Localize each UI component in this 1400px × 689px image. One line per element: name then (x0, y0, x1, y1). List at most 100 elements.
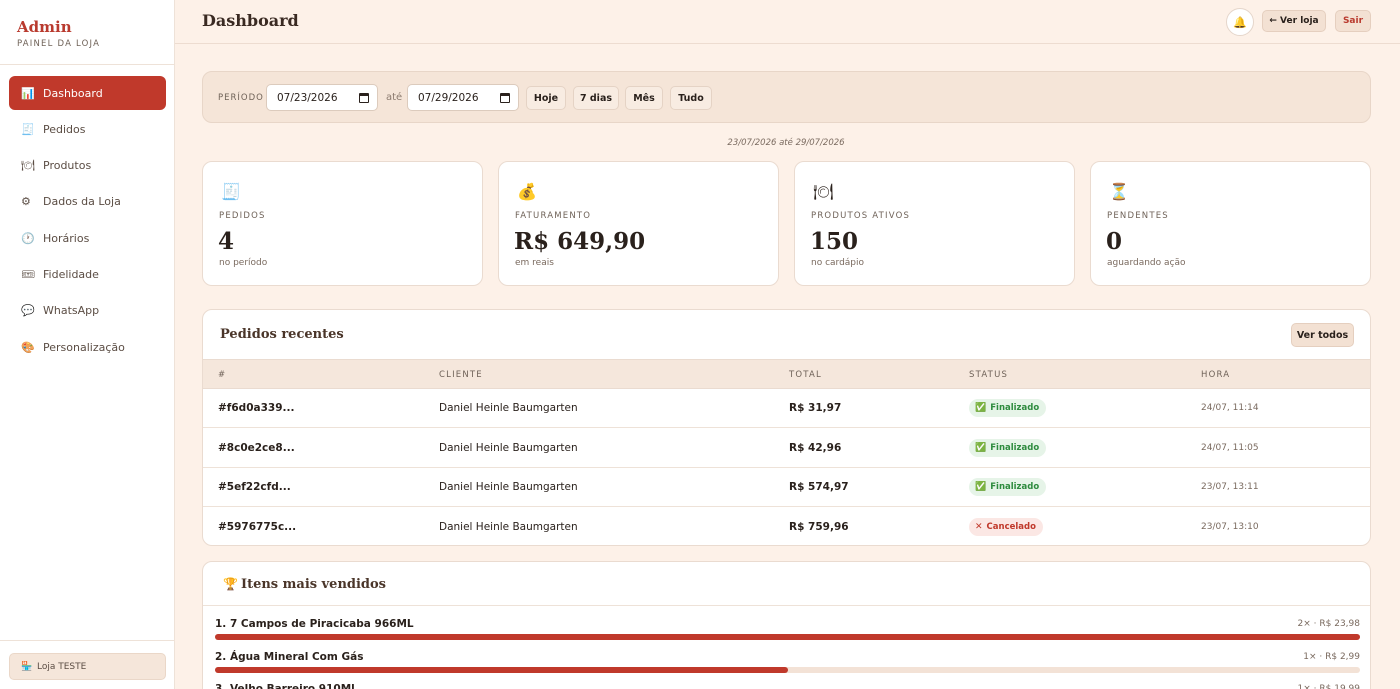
order-client: Daniel Heinle Baumgarten (439, 520, 578, 533)
top-items-title: Itens mais vendidos (241, 577, 386, 592)
logout-button[interactable]: Sair (1335, 10, 1371, 32)
period-today-button[interactable]: Hoje (526, 86, 566, 110)
order-id[interactable]: #5976775c... (218, 521, 296, 533)
stat-value: R$ 649,90 (514, 228, 646, 255)
trophy-icon: 🏆 (223, 577, 238, 591)
divider (203, 605, 1370, 606)
sidebar: Admin PAINEL DA LOJA 📊 Dashboard 🧾 Pedidos 🍽… (0, 0, 175, 689)
status-label: Finalizado (990, 482, 1040, 492)
receipt-icon: 🧾 (221, 182, 241, 201)
stat-subtitle: no período (219, 258, 268, 268)
item-name: 2. Água Mineral Com Gás (215, 650, 364, 663)
sidebar-item-whatsapp[interactable]: 💬 WhatsApp (9, 294, 166, 328)
order-time: 24/07, 11:14 (1201, 403, 1259, 413)
order-client: Daniel Heinle Baumgarten (439, 441, 578, 454)
plate-icon: 🍽 (813, 182, 834, 201)
order-time: 24/07, 11:05 (1201, 442, 1259, 453)
gear-icon: ⚙ (21, 195, 31, 209)
calendar-icon[interactable] (359, 93, 369, 103)
sidebar-item-pedidos[interactable]: 🧾 Pedidos (9, 112, 166, 146)
active-products-stat-card: 🍽 PRODUTOS ATIVOS 150 no cardápio (794, 161, 1075, 286)
status-label: Finalizado (990, 442, 1040, 453)
sidebar-item-dados-da-loja[interactable]: ⚙ Dados da Loja (9, 185, 166, 219)
bell-icon: 🔔 (1233, 15, 1247, 29)
sidebar-item-label: Pedidos (43, 122, 86, 136)
stat-value: 150 (810, 228, 859, 255)
column-header-total: TOTAL (789, 370, 822, 380)
orders-stat-card: 🧾 PEDIDOS 4 no período (202, 161, 483, 286)
revenue-stat-card: 💰 FATURAMENTO R$ 649,90 em reais (498, 161, 779, 286)
sidebar-item-dashboard[interactable]: 📊 Dashboard (9, 76, 166, 110)
palette-icon: 🎨 (21, 340, 35, 354)
table-row[interactable]: #5976775c... Daniel Heinle Baumgarten R$ 7… (203, 508, 1370, 546)
table-row[interactable]: #f6d0a339... Daniel Heinle Baumgarten R$ 3… (203, 389, 1370, 428)
brand: Admin PAINEL DA LOJA (0, 0, 174, 65)
date-separator: até (386, 92, 403, 103)
table-row[interactable]: #8c0e2ce8... Daniel Heinle Baumgarten R$ 4… (203, 429, 1370, 468)
stat-subtitle: aguardando ação (1107, 258, 1186, 268)
stat-subtitle: em reais (515, 258, 554, 268)
column-header-id: # (218, 370, 227, 380)
calendar-icon[interactable] (500, 93, 510, 103)
item-meta: 2× · R$ 23,98 (1297, 619, 1360, 629)
order-id[interactable]: #8c0e2ce8... (218, 442, 295, 454)
stat-label: PEDIDOS (219, 211, 266, 221)
stat-label: FATURAMENTO (515, 211, 592, 221)
date-to-value: 07/29/2026 (418, 91, 479, 104)
page-title: Dashboard (202, 11, 299, 30)
brand-subtitle: PAINEL DA LOJA (17, 39, 101, 49)
recent-orders-panel: Pedidos recentes Ver todos # CLIENTE TOT… (202, 309, 1371, 546)
status-badge: ✅ Finalizado (969, 399, 1047, 417)
order-client: Daniel Heinle Baumgarten (439, 481, 578, 493)
chart-icon: 📊 (21, 86, 35, 100)
pending-stat-card: ⏳ PENDENTES 0 aguardando ação (1090, 161, 1371, 286)
status-badge: ✅ Finalizado (969, 438, 1047, 457)
store-button[interactable]: 🏪 Loja TESTE (9, 653, 166, 680)
item-bar-fill (215, 634, 1360, 640)
date-from-input[interactable]: 07/23/2026 (266, 84, 378, 111)
sidebar-item-label: Horários (43, 231, 90, 245)
notifications-button[interactable]: 🔔 (1226, 8, 1254, 36)
sidebar-item-label: Fidelidade (43, 267, 99, 281)
ticket-icon: 🎟 (21, 267, 35, 281)
period-7days-button[interactable]: 7 dias (573, 86, 619, 110)
sidebar-item-label: WhatsApp (43, 304, 100, 318)
item-bar-track (215, 634, 1360, 640)
store-label: Loja TESTE (37, 661, 87, 672)
chat-icon: 💬 (21, 304, 35, 318)
order-time: 23/07, 13:11 (1201, 482, 1259, 492)
order-total: R$ 574,97 (789, 481, 849, 493)
item-name: 1. 7 Campos de Piracicaba 966ML (215, 618, 414, 630)
period-all-button[interactable]: Tudo (670, 86, 712, 110)
item-bar-track (215, 666, 1360, 673)
period-range-text: 23/07/2026 até 29/07/2026 (727, 138, 845, 148)
stat-value: 0 (1106, 228, 1123, 255)
order-total: R$ 759,96 (789, 520, 849, 533)
sidebar-nav: 📊 Dashboard 🧾 Pedidos 🍽 Produtos ⚙ Dados da Loj… (9, 76, 166, 366)
date-to-input[interactable]: 07/29/2026 (407, 84, 519, 111)
stat-subtitle: no cardápio (811, 258, 865, 268)
orders-table-header: # CLIENTE TOTAL STATUS HORA (203, 359, 1370, 389)
column-header-status: STATUS (969, 370, 1009, 380)
sidebar-item-label: Personalização (43, 340, 125, 354)
sidebar-item-horarios[interactable]: 🕐 Horários (9, 221, 166, 255)
table-row[interactable]: #5ef22cfd... Daniel Heinle Baumgarten R$ 5… (203, 468, 1370, 507)
receipt-icon: 🧾 (21, 122, 35, 136)
order-id[interactable]: #f6d0a339... (218, 402, 294, 414)
period-month-button[interactable]: Mês (625, 86, 663, 110)
sidebar-item-produtos[interactable]: 🍽 Produtos (9, 149, 166, 183)
sidebar-item-fidelidade[interactable]: 🎟 Fidelidade (9, 257, 166, 291)
view-all-orders-button[interactable]: Ver todos (1291, 323, 1354, 347)
order-time: 23/07, 13:10 (1201, 521, 1259, 532)
status-badge: ✅ Finalizado (969, 478, 1047, 496)
sidebar-item-personalizacao[interactable]: 🎨 Personalização (9, 330, 166, 364)
order-id[interactable]: #5ef22cfd... (218, 481, 291, 493)
store-icon: 🏪 (21, 661, 33, 672)
period-filter: PERÍODO 07/23/2026 até 07/29/2026 Hoje 7… (202, 71, 1371, 123)
stat-value: 4 (218, 228, 235, 255)
column-header-client: CLIENTE (439, 370, 483, 380)
item-bar-fill (215, 666, 788, 673)
view-store-button[interactable]: ← Ver loja (1262, 10, 1326, 32)
check-icon: ✅ (975, 442, 987, 453)
status-badge: ✕ Cancelado (969, 517, 1043, 536)
